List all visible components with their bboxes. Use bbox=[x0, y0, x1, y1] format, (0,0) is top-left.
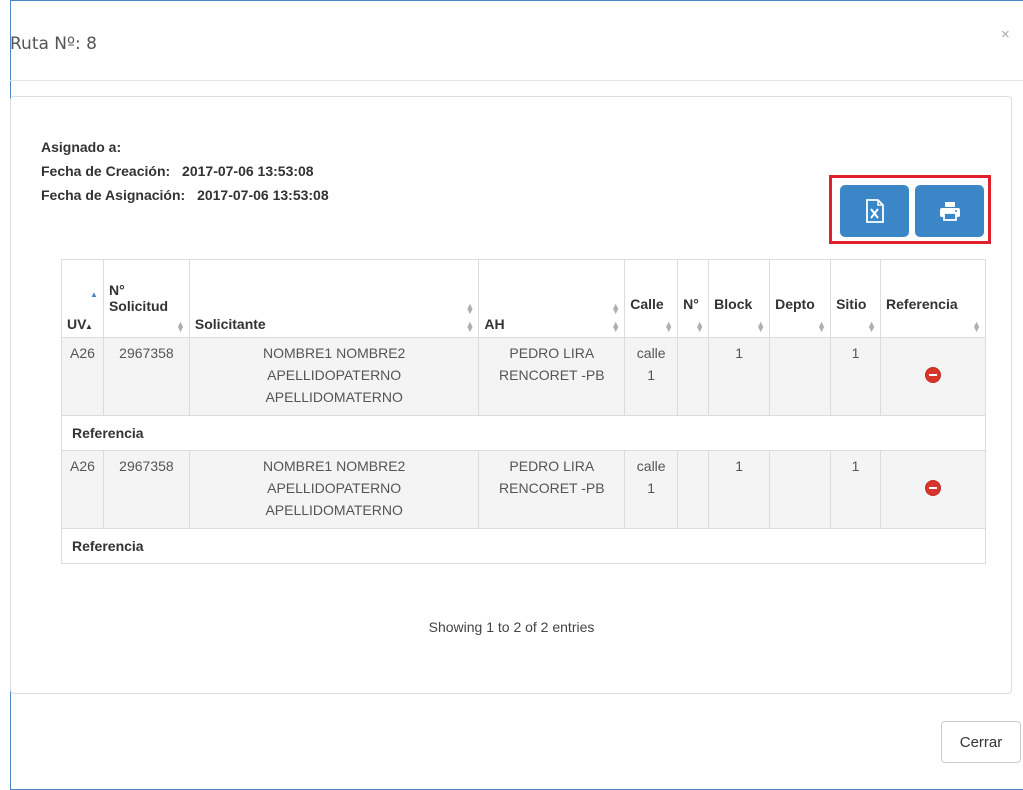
asignado-label: Asignado a: bbox=[41, 139, 122, 155]
solicitante-line: APELLIDOMATERNO bbox=[265, 389, 403, 405]
cell-uv: A26 bbox=[61, 337, 104, 416]
fecha-creacion-label: Fecha de Creación: bbox=[41, 163, 171, 179]
calle-line: 1 bbox=[647, 480, 656, 496]
col-header-solicitante-label: Solicitante bbox=[194, 316, 266, 332]
col-header-depto[interactable]: Depto ▲ ▼ bbox=[769, 259, 832, 338]
cell-solicitud: 2967358 bbox=[102, 450, 190, 529]
cell-ah: PEDRO LIRA RENCORET -PB bbox=[478, 450, 626, 529]
solicitante-line: NOMBRE1 NOMBRE2 bbox=[262, 458, 406, 474]
fecha-asignacion-row: Fecha de Asignación: 2017-07-06 13:53:08 bbox=[41, 187, 329, 203]
solicitante-line: APELLIDOMATERNO bbox=[265, 502, 403, 518]
calle-line: calle bbox=[636, 345, 666, 361]
cell-block: 1 bbox=[708, 450, 771, 529]
table-row: A26 2967358 NOMBRE1 NOMBRE2 APELLIDOPATE… bbox=[61, 337, 986, 416]
col-header-block[interactable]: Block ▲ ▼ bbox=[708, 259, 771, 338]
col-header-sitio-label: Sitio bbox=[836, 296, 867, 312]
ah-line: RENCORET -PB bbox=[499, 367, 605, 383]
cell-referencia bbox=[880, 450, 986, 529]
calle-line: calle bbox=[636, 458, 666, 474]
solicitante-line: APELLIDOPATERNO bbox=[267, 480, 402, 496]
col-header-uv[interactable]: UV ▲ ▲ bbox=[61, 259, 104, 338]
sort-asc-icon: ▲ bbox=[90, 290, 98, 299]
sort-icon: ▲ ▼ bbox=[695, 319, 705, 334]
print-icon bbox=[939, 202, 960, 221]
asignado-row: Asignado a: bbox=[41, 139, 121, 155]
sort-icon: ▲ ▼ bbox=[465, 301, 475, 316]
table-header-row: UV ▲ ▲ N° Solicitud ▲ ▼ Solicitante ▲ ▼ ▲ ▼… bbox=[61, 259, 986, 338]
entries-info: Showing 1 to 2 of 2 entries bbox=[428, 619, 595, 635]
print-button[interactable] bbox=[915, 185, 984, 237]
export-excel-button[interactable] bbox=[840, 185, 909, 237]
cell-depto bbox=[769, 337, 832, 416]
solicitante-line: NOMBRE1 NOMBRE2 bbox=[262, 345, 406, 361]
sort-icon: ▲ ▼ bbox=[175, 319, 185, 334]
sort-active-icon: ▲ bbox=[85, 322, 93, 331]
col-header-referencia-label: Referencia bbox=[886, 296, 958, 312]
fecha-creacion-row: Fecha de Creación: 2017-07-06 13:53:08 bbox=[41, 163, 314, 179]
sort-icon: ▲ ▼ bbox=[611, 301, 621, 316]
sort-icon: ▲ ▼ bbox=[867, 319, 877, 334]
cell-numero bbox=[677, 450, 710, 529]
col-header-ah-label: AH bbox=[484, 316, 505, 332]
col-header-sitio[interactable]: Sitio ▲ ▼ bbox=[830, 259, 882, 338]
ah-line: RENCORET -PB bbox=[499, 480, 605, 496]
cell-depto bbox=[769, 450, 832, 529]
col-header-solicitud[interactable]: N° Solicitud ▲ ▼ bbox=[102, 259, 190, 338]
fecha-creacion-value: 2017-07-06 13:53:08 bbox=[182, 163, 314, 179]
col-header-solicitud-line2: Solicitud bbox=[108, 298, 169, 314]
sort-icon: ▲ ▼ bbox=[817, 319, 827, 334]
sort-icon: ▲ ▼ bbox=[465, 319, 475, 334]
col-header-numero-label: N° bbox=[683, 296, 699, 312]
ah-line: PEDRO LIRA bbox=[509, 458, 595, 474]
cell-calle: calle 1 bbox=[624, 337, 679, 416]
col-header-block-label: Block bbox=[714, 296, 753, 312]
sort-icon: ▲ ▼ bbox=[611, 319, 621, 334]
cell-solicitante: NOMBRE1 NOMBRE2 APELLIDOPATERNO APELLIDO… bbox=[188, 337, 480, 416]
ah-line: PEDRO LIRA bbox=[509, 345, 595, 361]
cell-ah: PEDRO LIRA RENCORET -PB bbox=[478, 337, 626, 416]
col-header-numero[interactable]: N° ▲ ▼ bbox=[677, 259, 710, 338]
close-icon[interactable]: × bbox=[1001, 26, 1010, 43]
table-row-detail: Referencia bbox=[61, 415, 986, 451]
col-header-depto-label: Depto bbox=[775, 296, 815, 312]
col-header-calle-label: Calle bbox=[630, 296, 664, 312]
cell-referencia bbox=[880, 337, 986, 416]
header-divider bbox=[10, 80, 1023, 81]
cerrar-button[interactable]: Cerrar bbox=[941, 721, 1021, 763]
col-header-uv-label: UV bbox=[67, 316, 87, 332]
table-row: A26 2967358 NOMBRE1 NOMBRE2 APELLIDOPATE… bbox=[61, 450, 986, 529]
col-header-solicitud-line1: N° bbox=[108, 282, 125, 298]
fecha-asignacion-label: Fecha de Asignación: bbox=[41, 187, 186, 203]
referencia-detail: Referencia bbox=[61, 528, 986, 564]
col-header-calle[interactable]: Calle ▲ ▼ bbox=[624, 259, 679, 338]
remove-icon[interactable] bbox=[926, 481, 941, 495]
cell-numero bbox=[677, 337, 710, 416]
sort-icon: ▲ ▼ bbox=[756, 319, 766, 334]
col-header-solicitante[interactable]: Solicitante ▲ ▼ ▲ ▼ bbox=[188, 259, 480, 338]
calle-line: 1 bbox=[647, 367, 656, 383]
sort-icon: ▲ ▼ bbox=[664, 319, 674, 334]
cell-calle: calle 1 bbox=[624, 450, 679, 529]
cell-solicitante: NOMBRE1 NOMBRE2 APELLIDOPATERNO APELLIDO… bbox=[188, 450, 480, 529]
file-excel-icon bbox=[865, 199, 884, 223]
referencia-detail: Referencia bbox=[61, 415, 986, 451]
fecha-asignacion-value: 2017-07-06 13:53:08 bbox=[197, 187, 329, 203]
col-header-referencia[interactable]: Referencia ▲ ▼ bbox=[880, 259, 986, 338]
cell-sitio: 1 bbox=[830, 337, 882, 416]
col-header-ah[interactable]: AH ▲ ▼ ▲ ▼ bbox=[478, 259, 626, 338]
cell-block: 1 bbox=[708, 337, 771, 416]
sort-icon: ▲ ▼ bbox=[972, 319, 981, 334]
cell-sitio: 1 bbox=[830, 450, 882, 529]
cell-uv: A26 bbox=[61, 450, 104, 529]
cell-solicitud: 2967358 bbox=[102, 337, 190, 416]
solicitante-line: APELLIDOPATERNO bbox=[267, 367, 402, 383]
remove-icon[interactable] bbox=[926, 368, 941, 382]
table-row-detail: Referencia bbox=[61, 528, 986, 564]
routes-table: UV ▲ ▲ N° Solicitud ▲ ▼ Solicitante ▲ ▼ ▲ ▼… bbox=[61, 259, 986, 564]
modal-title: Ruta Nº: 8 bbox=[10, 34, 97, 54]
